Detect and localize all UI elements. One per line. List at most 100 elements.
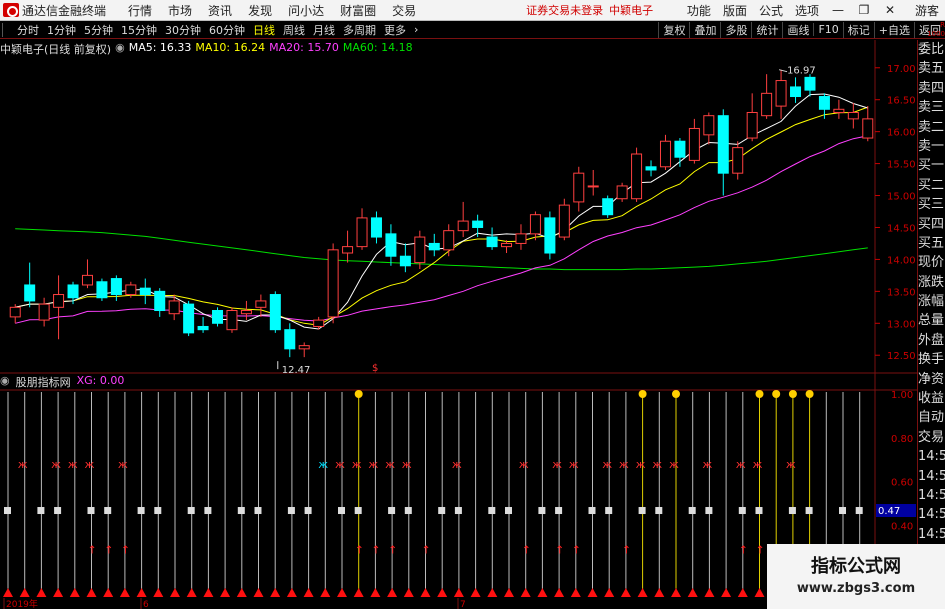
menu-item-ask[interactable]: 问小达 [280,2,332,19]
side-panel-item[interactable]: 委比 [918,40,945,59]
period-tab-multi[interactable]: 多周期 [339,22,380,38]
app-logo-icon [3,3,19,17]
candle-body [847,111,859,120]
overlay-button[interactable]: 叠加 [689,21,720,38]
side-panel-item[interactable]: 交易 [918,428,945,447]
side-panel-item[interactable]: 买三 [918,195,945,214]
side-panel-item[interactable]: 涨幅 [918,292,945,311]
signal-square [655,507,663,515]
side-panel-item[interactable]: 买一 [918,156,945,175]
signal-triangle [704,588,715,597]
candle-body [226,310,238,331]
mark-button[interactable]: 标记 [842,21,874,38]
signal-square [104,507,112,515]
close-icon[interactable]: ✕ [877,3,903,17]
signal-triangle [721,588,732,597]
signal-triangle [570,588,581,597]
side-panel-item[interactable]: 卖三 [918,98,945,117]
side-panel-item[interactable]: 现价 [918,253,945,272]
side-panel-item[interactable]: 总量 [918,311,945,330]
menu-item-trade[interactable]: 交易 [384,2,424,19]
draw-line-button[interactable]: 画线 [782,21,813,38]
signal-triangle [353,588,364,597]
period-tab-15min[interactable]: 15分钟 [117,22,161,38]
side-panel-item[interactable]: 卖二 [918,118,945,137]
event-marker: $ [372,363,378,374]
signal-square [37,507,45,515]
side-panel-item[interactable]: 收益 [918,389,945,408]
side-panel-item[interactable]: 14:56 [918,486,945,505]
period-tab-weekly[interactable]: 周线 [279,22,309,38]
adjust-button[interactable]: 复权 [658,21,689,38]
signal-triangle [286,588,297,597]
signal-arrow: ↑ [522,543,531,556]
period-tab-daily[interactable]: 日线 [249,22,279,38]
settings-icon[interactable]: ◉ [115,41,125,55]
price-tick-label: 13.00 [887,319,916,330]
menu-item-function[interactable]: 功能 [681,2,717,19]
side-panel-item[interactable]: 买五 [918,234,945,253]
side-panel-item[interactable]: 卖四 [918,79,945,98]
trade-login-warning[interactable]: 证券交易未登录 [526,2,603,18]
period-tab-60min[interactable]: 60分钟 [205,22,249,38]
signal-triangle [36,588,47,597]
side-panel-item[interactable]: 净资 [918,370,945,389]
period-tab-1min[interactable]: 1分钟 [43,22,80,38]
side-panel-item[interactable]: 14:56 [918,525,945,544]
side-panel-item[interactable]: 14:56 [918,467,945,486]
period-tab-monthly[interactable]: 月线 [309,22,339,38]
signal-dot [354,390,363,398]
side-panel-item[interactable]: 涨跌 [918,273,945,292]
minimize-icon[interactable]: — [825,3,851,17]
butterfly-icon: ж [402,458,412,471]
side-panel-item[interactable]: 卖五 [918,59,945,78]
candle-body [284,329,296,350]
signal-dot [672,390,680,398]
side-panel-item[interactable]: 14:56 [918,505,945,524]
chevron-right-icon[interactable]: › [410,23,422,36]
indicator-settings-icon[interactable]: ◉ [0,374,10,388]
side-panel-item[interactable]: 卖一 [918,137,945,156]
menu-item-wealth[interactable]: 财富圈 [332,2,384,19]
menu-item-formula[interactable]: 公式 [753,2,789,19]
signal-square [738,507,746,515]
menu-item-discover[interactable]: 发现 [240,2,280,19]
period-tab-more[interactable]: 更多 [380,22,410,38]
signal-triangle [754,588,765,597]
candle-body [472,220,484,228]
signal-triangle [270,588,281,597]
f10-button[interactable]: F10 [813,23,842,36]
side-panel-item[interactable]: 外盘 [918,331,945,350]
side-panel-item[interactable]: 换手 [918,350,945,369]
xg-value: XG: 0.00 [76,374,125,387]
side-panel-item[interactable]: 买四 [918,215,945,234]
signal-triangle [303,588,314,597]
menu-item-quotes[interactable]: 行情 [120,2,160,19]
side-panel-item[interactable]: 自动 [918,408,945,427]
candle-body [501,242,513,248]
side-panel-item[interactable]: 14:56 [918,447,945,466]
signal-triangle [170,588,180,597]
signal-square [87,507,95,515]
menu-item-layout[interactable]: 版面 [717,2,753,19]
period-tab-30min[interactable]: 30分钟 [161,22,205,38]
signal-triangle [387,588,398,597]
guest-label[interactable]: 游客 [909,2,945,19]
menu-item-options[interactable]: 选项 [789,2,825,19]
indicator-name[interactable]: 股朋指标网 [16,374,71,389]
kline-chart[interactable]: 17.00 16.50 16.00 15.50 15.00 14.50 14.00 13.50… [0,40,917,609]
side-panel-item[interactable]: 买二 [918,176,945,195]
restore-icon[interactable]: ❐ [851,3,877,17]
add-watchlist-button[interactable]: +自选 [873,21,914,38]
candle-body [862,118,874,139]
signal-square [237,507,245,515]
multi-stock-button[interactable]: 多股 [720,21,751,38]
menu-item-market[interactable]: 市场 [160,2,200,19]
butterfly-icon: ж [669,458,679,471]
price-tick-label: 15.50 [887,160,916,171]
period-tab-intraday[interactable]: 分时 [13,22,43,38]
period-tab-5min[interactable]: 5分钟 [80,22,117,38]
menu-item-news[interactable]: 资讯 [200,2,240,19]
statistics-button[interactable]: 统计 [751,21,782,38]
candle-body [313,319,325,327]
